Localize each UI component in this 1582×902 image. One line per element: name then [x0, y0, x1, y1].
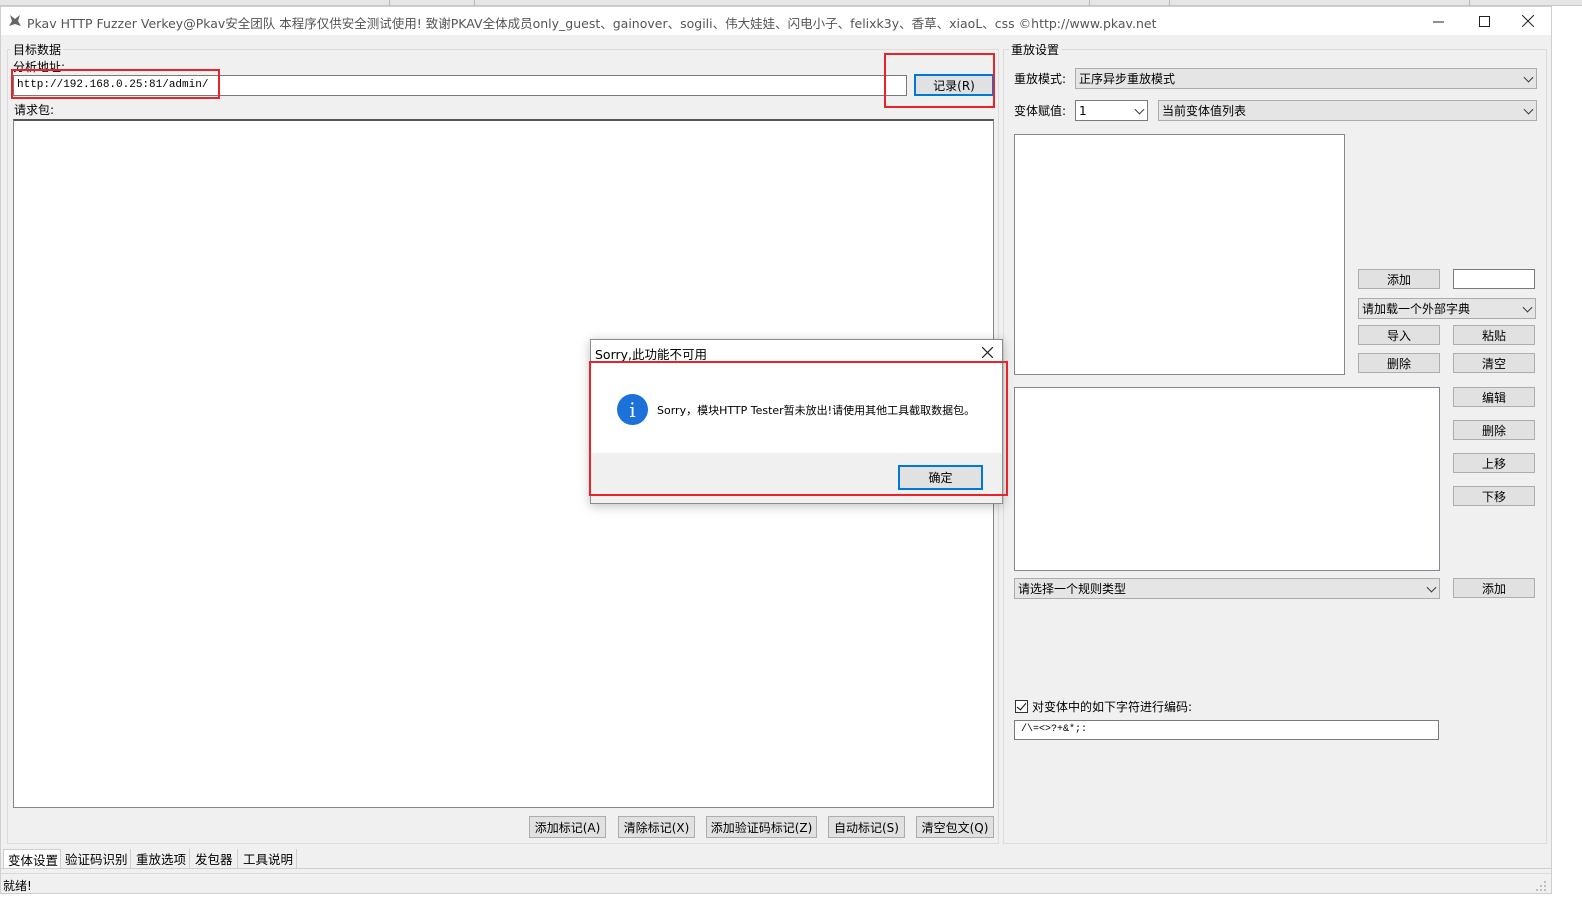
rule-type-select[interactable]: 请选择一个规则类型: [1014, 578, 1440, 599]
encode-checkbox[interactable]: [1015, 700, 1028, 713]
request-packet-label: 请求包:: [14, 103, 55, 117]
analysis-url-value: http://192.168.0.25:81/admin/: [17, 79, 209, 91]
close-icon: [981, 346, 993, 358]
rule-list[interactable]: [1014, 387, 1440, 571]
tab-variant-settings[interactable]: 变体设置: [3, 849, 61, 868]
check-icon: [1016, 700, 1027, 711]
move-up-button[interactable]: 上移: [1453, 453, 1535, 473]
auto-mark-button[interactable]: 自动标记(S): [828, 816, 905, 838]
add-rule-button[interactable]: 添加: [1453, 578, 1535, 598]
maximize-icon: [1478, 15, 1490, 27]
replay-mode-value: 正序异步重放模式: [1079, 72, 1176, 86]
clear-variants-button[interactable]: 清空: [1453, 353, 1535, 373]
window-title: Pkav HTTP Fuzzer Verkey@Pkav安全团队 本程序仅供安全…: [27, 16, 1157, 31]
tab-captcha[interactable]: 验证码识别: [61, 849, 131, 868]
chevron-down-icon: [1523, 104, 1534, 115]
close-button[interactable]: [1505, 7, 1551, 35]
clear-mark-button[interactable]: 清除标记(X): [618, 816, 695, 838]
add-captcha-mark-button[interactable]: 添加验证码标记(Z): [706, 816, 817, 838]
maximize-button[interactable]: [1461, 7, 1507, 35]
minimize-button[interactable]: [1415, 7, 1461, 35]
chevron-down-icon: [1426, 582, 1437, 593]
status-text: 就绪!: [3, 879, 32, 893]
encode-chars-input[interactable]: /\=<>?+&*;:: [1014, 720, 1439, 740]
dialog-message: Sorry，模块HTTP Tester暂未放出!请使用其他工具截取数据包。: [657, 404, 976, 417]
variant-list-value: 当前变体值列表: [1162, 104, 1247, 118]
replay-mode-select[interactable]: 正序异步重放模式: [1075, 68, 1537, 89]
paste-button[interactable]: 粘贴: [1453, 325, 1535, 345]
tab-tool-help[interactable]: 工具说明: [239, 849, 297, 868]
dialog-title-bar: Sorry,此功能不可用: [591, 340, 1002, 364]
close-icon: [1522, 15, 1534, 27]
delete-variant-button[interactable]: 删除: [1358, 353, 1440, 373]
resize-grip-icon[interactable]: [1535, 880, 1547, 892]
record-button[interactable]: 记录(R): [914, 74, 994, 96]
chevron-down-icon: [1134, 104, 1145, 115]
dialog-footer: 确定: [591, 453, 1002, 503]
external-dict-value: 请加载一个外部字典: [1362, 302, 1471, 316]
delete-rule-button[interactable]: 删除: [1453, 420, 1535, 440]
clear-body-button[interactable]: 清空包文(Q): [916, 816, 994, 838]
target-data-title: 目标数据: [11, 41, 64, 58]
rule-type-value: 请选择一个规则类型: [1018, 582, 1127, 596]
variant-value-input[interactable]: [1453, 269, 1535, 289]
error-dialog: Sorry,此功能不可用 i Sorry，模块HTTP Tester暂未放出!请…: [590, 339, 1003, 504]
variant-list-select[interactable]: 当前变体值列表: [1158, 100, 1537, 121]
edit-rule-button[interactable]: 编辑: [1453, 387, 1535, 407]
chevron-down-icon: [1522, 302, 1533, 313]
minimize-icon: [1432, 21, 1444, 22]
replay-settings-title: 重放设置: [1009, 41, 1062, 58]
replay-mode-label: 重放模式:: [1014, 72, 1067, 86]
add-mark-button[interactable]: 添加标记(A): [529, 816, 606, 838]
dialog-title: Sorry,此功能不可用: [595, 347, 708, 362]
variant-assign-select[interactable]: 1: [1075, 100, 1148, 121]
analysis-url-input[interactable]: http://192.168.0.25:81/admin/: [13, 75, 907, 96]
external-dict-select[interactable]: 请加载一个外部字典: [1358, 298, 1536, 319]
app-icon: [9, 15, 21, 26]
tab-replay-options[interactable]: 重放选项: [132, 849, 190, 868]
encode-chars-value: /\=<>?+&*;:: [1021, 724, 1088, 735]
dialog-ok-button[interactable]: 确定: [898, 465, 983, 490]
variant-assign-value: 1: [1079, 103, 1087, 118]
add-variant-button[interactable]: 添加: [1358, 269, 1440, 289]
title-bar: Pkav HTTP Fuzzer Verkey@Pkav安全团队 本程序仅供安全…: [1, 7, 1551, 35]
info-icon: i: [617, 394, 648, 425]
encode-label: 对变体中的如下字符进行编码:: [1032, 700, 1193, 714]
status-bar: 就绪!: [1, 873, 1551, 893]
tab-bar: 变体设置 验证码识别 重放选项 发包器 工具说明: [1, 849, 1551, 869]
analysis-url-label: 分析地址:: [13, 60, 66, 74]
variant-assign-label: 变体赋值:: [1014, 104, 1067, 118]
import-button[interactable]: 导入: [1358, 325, 1440, 345]
tab-sender[interactable]: 发包器: [191, 849, 238, 868]
variant-value-list[interactable]: [1014, 134, 1345, 375]
chevron-down-icon: [1523, 72, 1534, 83]
move-down-button[interactable]: 下移: [1453, 486, 1535, 506]
dialog-close-button[interactable]: [977, 343, 997, 361]
